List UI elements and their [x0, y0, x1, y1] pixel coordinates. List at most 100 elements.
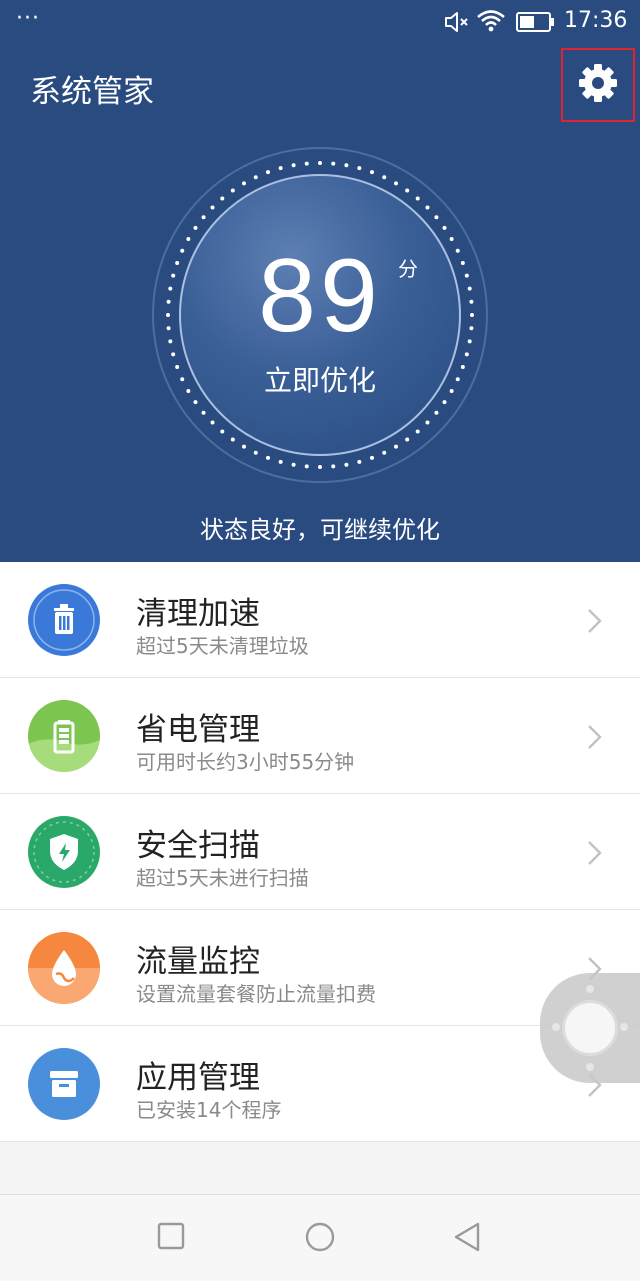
ring-dot: [382, 450, 387, 455]
ring-dot: [455, 377, 460, 382]
notification-dots: ···: [16, 6, 40, 31]
app-box-icon: [28, 1048, 100, 1120]
ring-dot: [242, 444, 246, 449]
status-bar: ··· 17:36: [0, 0, 640, 44]
item-title: 清理加速: [136, 596, 260, 632]
home-button[interactable]: [304, 1221, 336, 1257]
ring-dot: [415, 429, 420, 434]
ball-dot: [586, 1063, 594, 1071]
ring-dot: [304, 161, 309, 166]
ring-dot: [394, 181, 398, 186]
ring-dot: [266, 170, 271, 175]
back-triangle-icon: [454, 1222, 480, 1252]
battery-icon: [516, 11, 556, 37]
ring-dot: [253, 450, 258, 455]
chevron-right-icon: [586, 840, 604, 870]
ring-dot: [201, 215, 206, 220]
ring-dot: [210, 420, 215, 425]
ring-dot: [220, 196, 225, 201]
ring-dot: [344, 462, 349, 467]
item-subtitle: 可用时长约3小时55分钟: [136, 750, 355, 774]
item-subtitle: 超过5天未清理垃圾: [136, 634, 309, 658]
ring-dot: [369, 170, 374, 175]
ring-dot: [415, 196, 420, 201]
ring-dot: [186, 389, 191, 393]
score-unit: 分: [398, 257, 418, 281]
list-item-security-scan[interactable]: 安全扫描 超过5天未进行扫描: [0, 794, 640, 910]
water-drop-icon: [28, 932, 100, 1004]
score-value: 89: [258, 238, 382, 354]
ring-dot: [460, 364, 465, 369]
ring-dot: [318, 161, 322, 165]
score-dial[interactable]: 89 分 立即优化: [150, 145, 490, 485]
item-subtitle: 设置流量套餐防止流量扣费: [136, 982, 376, 1006]
ring-dot: [405, 188, 410, 193]
ring-dot: [425, 420, 430, 425]
list-item-clean-speedup[interactable]: 清理加速 超过5天未清理垃圾: [0, 562, 640, 678]
shield-icon: [28, 816, 100, 888]
ball-center: [565, 1003, 615, 1053]
back-button[interactable]: [452, 1221, 484, 1257]
ring-dot: [253, 175, 258, 180]
ring-dot: [278, 459, 283, 464]
circle-icon: [305, 1222, 335, 1252]
item-subtitle: 已安装14个程序: [136, 1098, 282, 1122]
ring-dot: [193, 400, 198, 405]
ring-dot: [201, 410, 206, 415]
ring-dot: [369, 455, 374, 460]
ring-dot: [405, 437, 410, 442]
ring-dot: [331, 464, 336, 469]
ring-dot: [304, 464, 309, 469]
settings-button[interactable]: [561, 48, 635, 122]
floating-assistant-ball[interactable]: [540, 973, 640, 1083]
item-subtitle: 超过5天未进行扫描: [136, 866, 309, 890]
header-panel: ··· 17:36 系统管家 89 分 立即优化 状态良好，可继续优化: [0, 0, 640, 562]
recent-apps-button[interactable]: [156, 1221, 186, 1255]
trash-icon: [28, 584, 100, 656]
ring-dot: [434, 215, 439, 220]
ring-dot: [230, 188, 235, 193]
mute-icon: [444, 10, 470, 38]
wifi-icon: [476, 8, 506, 38]
ball-dot: [620, 1023, 628, 1031]
clock: 17:36: [564, 8, 628, 33]
chevron-right-icon: [586, 608, 604, 638]
chevron-right-icon: [586, 724, 604, 754]
ring-dot: [318, 465, 322, 469]
feature-list: 清理加速 超过5天未清理垃圾 省电管理 可用时长约3小时55分钟 安全扫描 超过…: [0, 562, 640, 1142]
item-title: 安全扫描: [136, 828, 260, 864]
battery-saver-icon: [28, 700, 100, 772]
ring-dot: [230, 437, 235, 442]
ball-dot: [586, 985, 594, 993]
ball-dot: [552, 1023, 560, 1031]
ring-dot: [394, 444, 398, 449]
ring-dot: [210, 205, 215, 210]
ring-dot: [331, 161, 336, 166]
ring-dot: [175, 364, 180, 369]
ring-dot: [278, 166, 283, 171]
optimize-now-button[interactable]: 立即优化: [240, 359, 400, 399]
item-title: 流量监控: [136, 944, 260, 980]
square-icon: [157, 1222, 185, 1250]
ring-dot: [344, 163, 349, 168]
ring-dot: [449, 389, 454, 393]
ring-dot: [434, 410, 439, 415]
page-title: 系统管家: [30, 74, 154, 110]
ring-dot: [220, 429, 225, 434]
ring-dot: [193, 225, 198, 230]
ring-dot: [357, 459, 362, 464]
ring-dot: [442, 400, 447, 405]
list-item-power-management[interactable]: 省电管理 可用时长约3小时55分钟: [0, 678, 640, 794]
ring-dot: [180, 377, 185, 382]
ring-dot: [291, 462, 296, 467]
ring-dot: [442, 225, 447, 230]
ring-dot: [382, 175, 387, 180]
ring-dot: [357, 166, 362, 171]
ring-dot: [242, 181, 246, 186]
item-title: 应用管理: [136, 1060, 260, 1096]
gear-icon: [578, 63, 618, 107]
item-title: 省电管理: [136, 712, 260, 748]
ring-dot: [266, 455, 271, 460]
navigation-bar: [0, 1194, 640, 1281]
ring-dot: [425, 205, 430, 210]
